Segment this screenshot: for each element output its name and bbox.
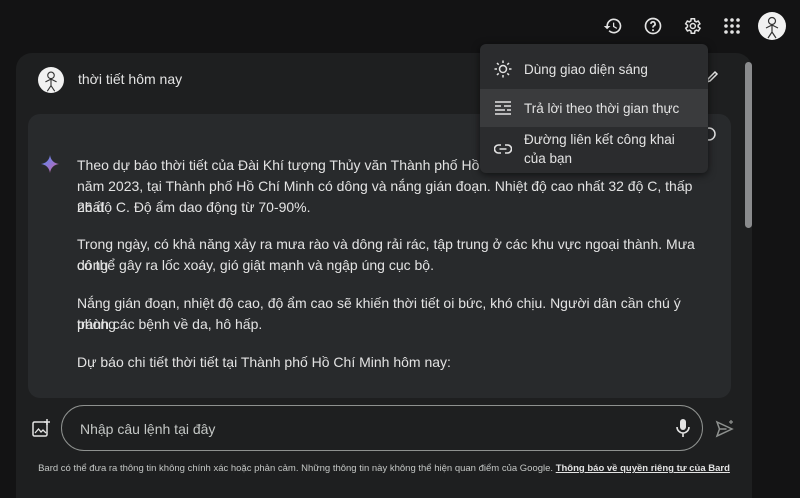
help-icon[interactable] [641, 14, 665, 38]
history-icon[interactable] [601, 14, 625, 38]
link-icon [494, 140, 512, 158]
response-line: Dự báo chi tiết thời tiết tại Thành phố … [77, 354, 451, 370]
user-avatar [38, 67, 64, 93]
menu-item-light-theme[interactable]: Dùng giao diện sáng [480, 52, 708, 86]
bard-sparkle-icon [40, 154, 60, 174]
settings-menu: Dùng giao diện sáng Trả lời theo thời gi… [480, 44, 708, 173]
response-line: tránh các bệnh về da, hô hấp. [77, 316, 263, 332]
send-icon[interactable] [715, 419, 735, 439]
upload-image-icon[interactable] [31, 418, 51, 438]
menu-item-public-links[interactable]: Đường liên kết công khai của bạn [480, 128, 708, 170]
response-line: 26 độ C. Độ ẩm dao động từ 70-90%. [77, 199, 311, 215]
settings-icon[interactable] [680, 14, 704, 38]
footer-disclaimer: Bard có thể đưa ra thông tin không chính… [16, 462, 752, 475]
scrollbar[interactable] [745, 62, 752, 228]
prompt-input-container [61, 405, 703, 451]
sun-icon [494, 60, 512, 78]
privacy-link[interactable]: Thông báo về quyền riêng tư của Bard [556, 463, 730, 474]
account-avatar[interactable] [758, 12, 786, 40]
menu-item-realtime-response[interactable]: Trả lời theo thời gian thực [480, 89, 708, 127]
realtime-lines-icon [494, 99, 512, 117]
prompt-input[interactable] [78, 418, 642, 440]
microphone-icon[interactable] [674, 418, 692, 438]
apps-grid-icon[interactable] [720, 14, 744, 38]
response-line: có thể gây ra lốc xoáy, gió giật mạnh và… [77, 257, 434, 273]
disclaimer-text: Bard có thể đưa ra thông tin không chính… [38, 463, 554, 474]
user-query-text: thời tiết hôm nay [78, 71, 183, 87]
